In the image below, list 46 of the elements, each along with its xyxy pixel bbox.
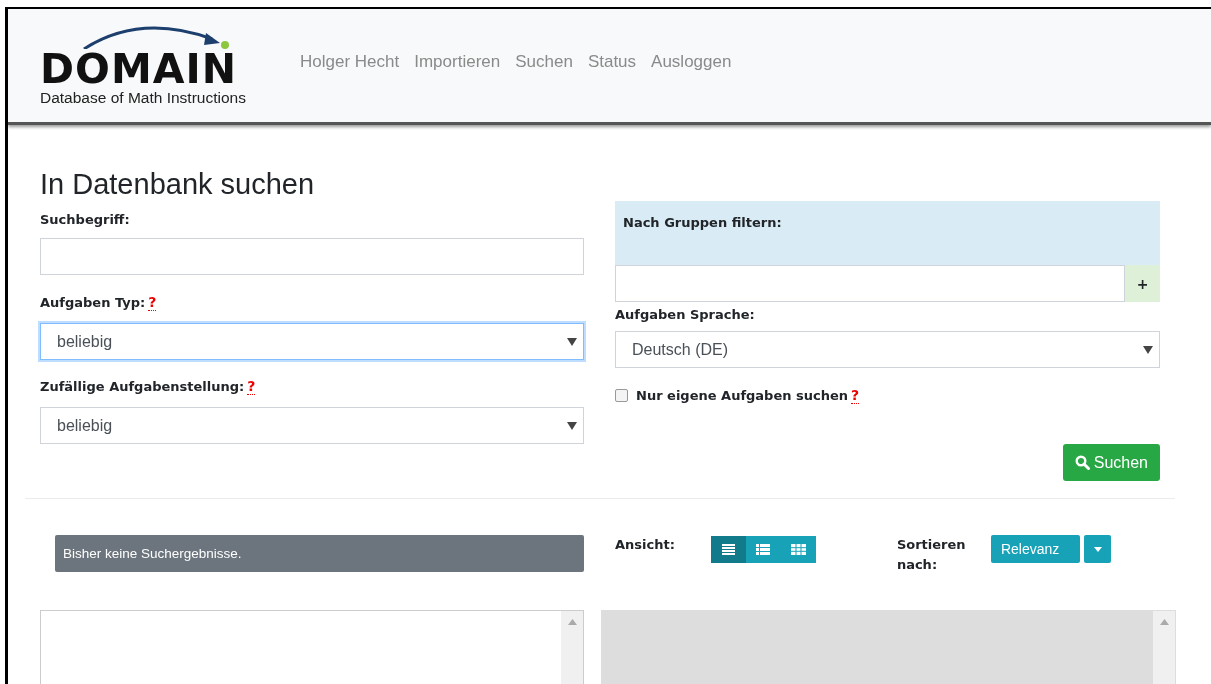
nav-link[interactable]: Holger Hecht (300, 51, 400, 72)
view-button[interactable] (780, 536, 816, 563)
scrollbar[interactable] (561, 611, 583, 684)
list-icon (756, 544, 771, 555)
logo[interactable]: DOMAIN Database of Math Instructions (40, 24, 276, 107)
search-icon (1074, 455, 1090, 470)
caret-icon (567, 337, 577, 346)
scrollbar[interactable] (1153, 611, 1175, 684)
sort-button[interactable]: Relevanz (990, 535, 1081, 563)
help-link[interactable]: ? (247, 378, 256, 395)
view-button[interactable] (710, 536, 746, 563)
nav-link[interactable]: Suchen (515, 51, 573, 72)
logo-wordmark: DOMAIN (40, 48, 237, 89)
random-select[interactable]: beliebig (40, 407, 584, 444)
field-label: Aufgaben Sprache: (615, 307, 756, 322)
nav-link[interactable]: Ausloggen (651, 51, 732, 72)
view-label: Ansicht: (615, 537, 675, 552)
page-title: In Datenbank suchen (40, 168, 316, 201)
caret-icon (1143, 345, 1153, 354)
field-label: Zufällige Aufgabenstellung: (40, 379, 245, 394)
caret-icon (1093, 546, 1102, 552)
nav-link[interactable]: Importieren (414, 51, 501, 72)
nav-link[interactable]: Status (587, 51, 637, 72)
view-button[interactable] (745, 536, 781, 563)
search-field[interactable] (40, 238, 584, 275)
search-button[interactable]: Suchen (1062, 444, 1160, 481)
field-label: Aufgaben Typ: (40, 295, 146, 310)
help-link[interactable]: ? (148, 294, 157, 311)
checkbox-label: Nur eigene Aufgaben suchen (636, 388, 849, 403)
lines-icon (721, 544, 735, 555)
field-label: Nach Gruppen filtern: (623, 215, 782, 230)
dropdown-button[interactable] (1084, 535, 1112, 563)
caret-icon (567, 421, 577, 430)
help-link[interactable]: ? (851, 387, 860, 404)
logo-subtitle: Database of Math Instructions (40, 88, 246, 107)
scroll-up-icon[interactable] (567, 619, 577, 625)
task-type-select[interactable]: beliebig (40, 323, 584, 360)
language-select[interactable]: Deutsch (DE) (615, 331, 1160, 368)
add-button[interactable]: + (1125, 265, 1160, 302)
field-label: Suchbegriff: (40, 212, 131, 227)
group-field[interactable] (615, 265, 1126, 302)
sort-label: Sortieren nach: (896, 536, 967, 574)
checkbox[interactable] (615, 389, 628, 402)
scroll-up-icon[interactable] (1159, 619, 1169, 625)
results-message: Bisher keine Suchergebnisse. (55, 535, 584, 572)
grid-icon (790, 544, 806, 555)
